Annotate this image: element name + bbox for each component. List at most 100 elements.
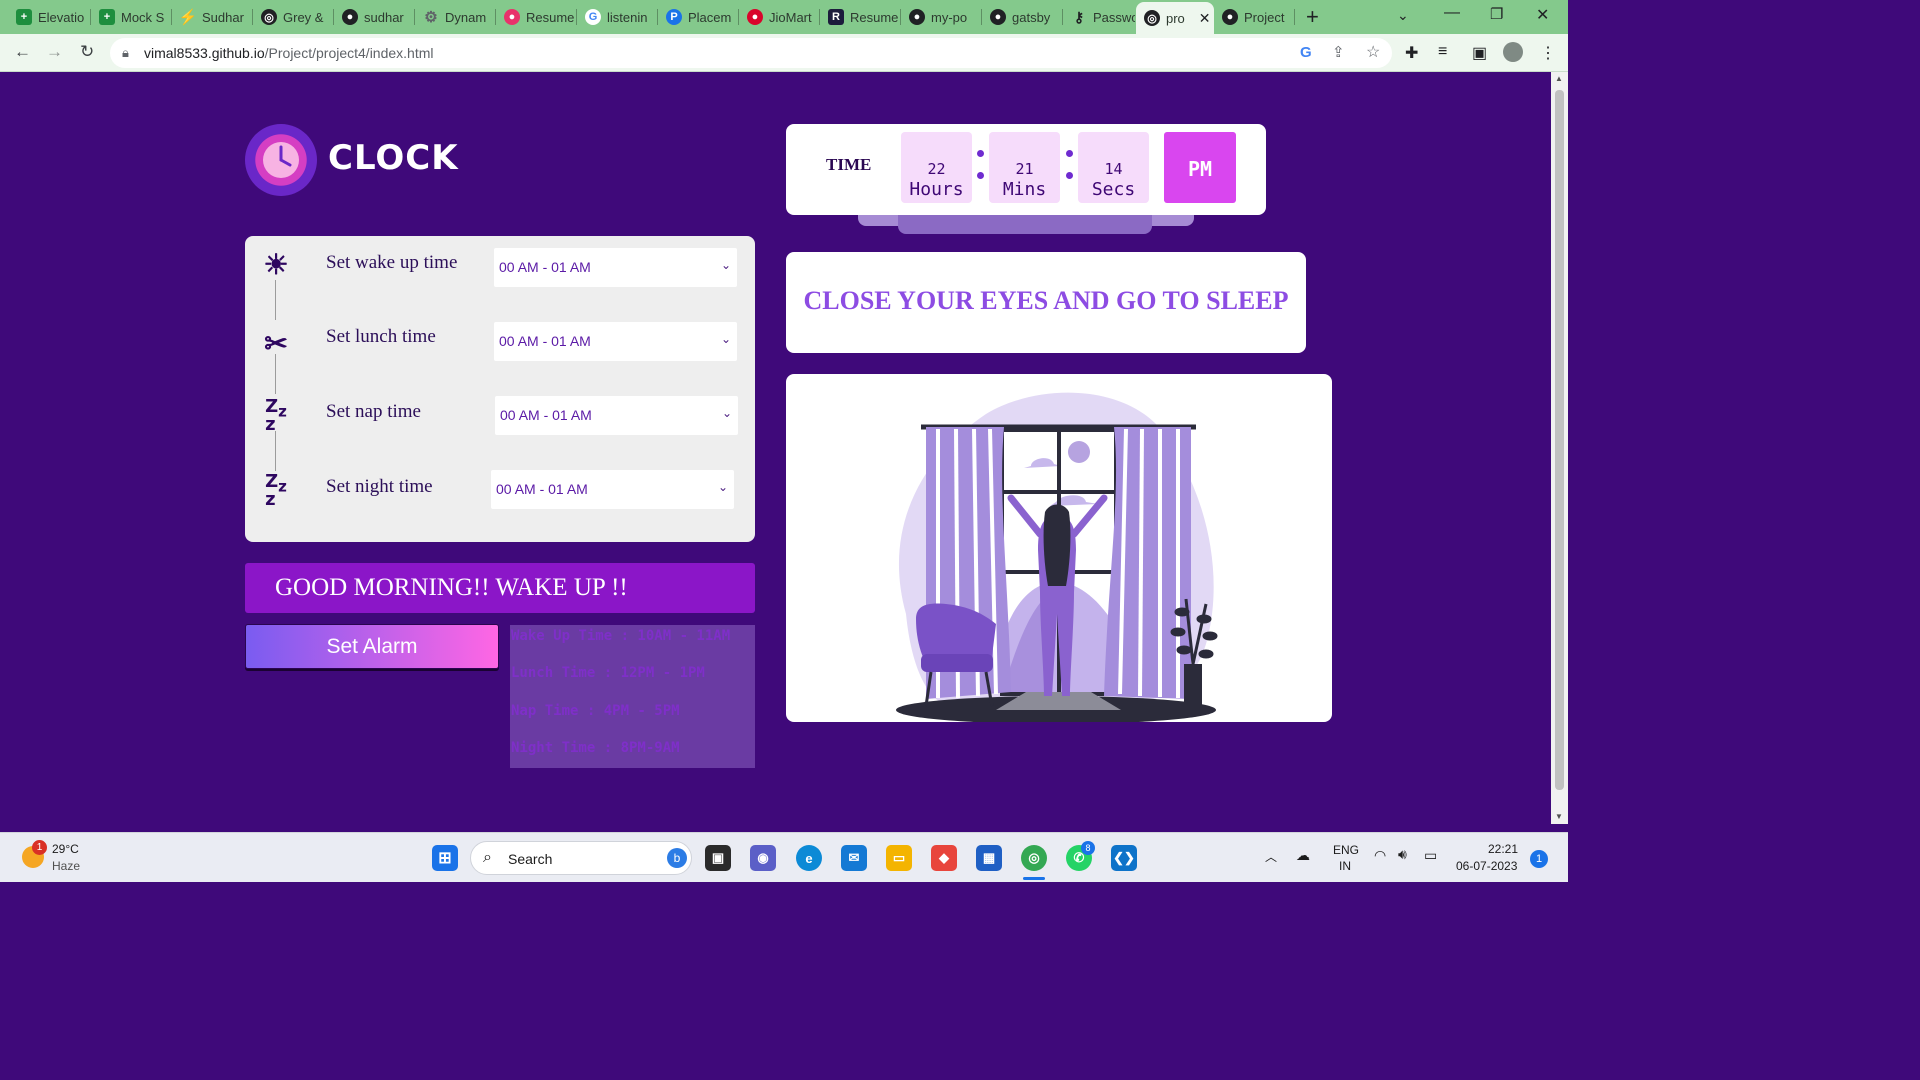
tab[interactable]: ● gatsby [982,4,1062,30]
active-app-indicator [1023,877,1045,880]
message-text: CLOSE YOUR EYES AND GO TO SLEEP [803,286,1289,315]
nap-time-select[interactable]: 00 AM - 01 AM ⌄ [495,396,738,435]
tab[interactable]: ● JioMart [739,4,819,30]
battery-icon[interactable]: ▭ [1424,847,1437,864]
chrome-icon[interactable]: ◎ [1021,845,1047,871]
tab[interactable]: ● my-po [901,4,981,30]
side-panel-icon[interactable]: ▣ [1472,43,1487,63]
sheets-icon: + [16,9,32,25]
restore-icon[interactable]: ❐ [1490,5,1503,23]
anydesk-icon[interactable]: ◆ [931,845,957,871]
back-icon[interactable]: ← [14,42,31,62]
scroll-up-icon[interactable]: ▲ [1555,74,1563,83]
google-lens-icon[interactable]: G [1300,44,1312,61]
store-icon[interactable]: ▦ [976,845,1002,871]
google-icon: G [585,9,601,25]
gear-icon: ⚙ [424,9,438,26]
search-icon: ⌕ [483,849,492,866]
scrollbar-thumb[interactable] [1555,90,1564,790]
volume-icon[interactable]: 🔊︎ [1398,846,1407,863]
jiomart-icon: ● [747,9,763,25]
bolt-icon: ⚡ [178,9,198,26]
schedule-item: Night Time : 8PM-9AM [511,740,680,756]
chevron-down-icon: ⌄ [717,480,728,494]
secs-unit: Secs [1091,179,1136,200]
teams-chat-icon[interactable]: ◉ [750,845,776,871]
night-time-select[interactable]: 00 AM - 01 AM ⌄ [491,470,734,509]
menu-kebab-icon[interactable]: ⋮ [1540,43,1556,63]
forward-icon[interactable]: → [46,42,63,62]
placement-icon: P [666,9,682,25]
media-icon[interactable]: ≡ [1438,43,1447,61]
tab[interactable]: ◎ Grey & [253,4,333,30]
browser-tab-strip: + Elevatio + Mock S ⚡ Sudhar ◎ Grey & ● sudha… [0,0,1568,34]
language-code[interactable]: ENG [1333,843,1359,857]
windows-taskbar: 1 29°C Haze ⊞ ⌕ Search b ▣ ◉ e ✉ ▭ ◆ ▦ ◎… [0,832,1568,882]
tab[interactable]: ⚙ Dynam [415,4,495,30]
lock-icon[interactable]: 🔒︎ [122,45,129,61]
minimize-icon[interactable]: — [1444,4,1460,22]
clock-time[interactable]: 22:21 [1488,842,1518,856]
github-icon: ● [909,9,925,25]
edge-icon[interactable]: e [796,845,822,871]
chevron-down-icon: ⌄ [720,258,731,272]
file-explorer-icon[interactable]: ▭ [886,845,912,871]
url-text[interactable]: vimal8533.github.io/Project/project4/ind… [144,45,434,61]
time-label: TIME [826,155,872,174]
notification-badge[interactable]: 1 [1530,850,1548,868]
tab[interactable]: ⚷ Passwo [1063,4,1135,30]
new-tab-icon[interactable]: + [1306,4,1319,30]
onedrive-icon[interactable]: ☁ [1296,847,1310,864]
vscode-icon[interactable]: ❮❯ [1111,845,1137,871]
language-region[interactable]: IN [1339,859,1351,873]
windows-start-icon[interactable]: ⊞ [432,845,458,871]
reload-icon[interactable]: ↻ [80,42,94,62]
taskbar-search[interactable]: ⌕ Search b [470,841,692,875]
hours-unit: Hours [909,179,964,200]
extensions-icon[interactable]: ✚ [1405,43,1418,63]
tab[interactable]: P Placem [658,4,738,30]
wake-up-time-select[interactable]: 00 AM - 01 AM ⌄ [494,248,737,287]
tab[interactable]: ● Project [1214,4,1294,30]
greeting-banner: GOOD MORNING!! WAKE UP !! [245,563,755,613]
wifi-icon[interactable]: ◠ [1374,847,1386,864]
address-bar-row: 🔒︎ vimal8533.github.io/Project/project4/… [0,34,1568,72]
key-icon: ⚷ [1073,8,1085,25]
set-alarm-button[interactable]: Set Alarm [245,624,499,669]
lunch-time-select[interactable]: 00 AM - 01 AM ⌄ [494,322,737,361]
page-scrollbar[interactable]: ▲ ▼ [1551,72,1568,824]
github-icon: ● [1222,9,1238,25]
globe-icon: ◎ [1144,10,1160,26]
night-label: Set night time [326,476,433,497]
bookmark-star-icon[interactable]: ☆ [1366,42,1380,62]
time-display-card: TIME 22 Hours 21 Mins 14 Secs PM [786,124,1266,215]
tab[interactable]: ● sudhar [334,4,414,30]
tab[interactable]: + Elevatio [8,4,90,30]
mail-icon[interactable]: ✉ [841,845,867,871]
avatar[interactable] [1503,42,1523,62]
colon-separator [1065,148,1073,184]
weather-desc: Haze [52,859,81,873]
github-icon: ● [342,9,358,25]
clock-date[interactable]: 06-07-2023 [1456,859,1517,873]
schedule-item: Nap Time : 4PM - 5PM [511,703,680,719]
close-icon[interactable]: ✕ [1199,10,1211,27]
tab-search-icon[interactable]: ⌄ [1397,7,1409,24]
chevron-up-icon[interactable]: ︿ [1265,848,1277,865]
woman-at-window-illustration [896,392,1218,722]
omnibox[interactable]: 🔒︎ vimal8533.github.io/Project/project4/… [110,38,1392,68]
window-close-icon[interactable]: ✕ [1536,5,1549,25]
tab[interactable]: ⚡ Sudhar [172,4,252,30]
tab[interactable]: + Mock S [91,4,171,30]
share-icon[interactable]: ⇪ [1332,43,1345,61]
resume-icon: ● [504,9,520,25]
tab-active[interactable]: ◎ pro ✕ [1136,2,1214,34]
tab[interactable]: Glistenin [577,4,657,30]
task-view-icon[interactable]: ▣ [705,845,731,871]
timeline-line [275,354,276,394]
scroll-down-icon[interactable]: ▼ [1555,812,1563,821]
chevron-down-icon: ⌄ [720,332,731,346]
tab[interactable]: R Resume [820,4,900,30]
tab[interactable]: ● Resume [496,4,576,30]
message-card: CLOSE YOUR EYES AND GO TO SLEEP [786,252,1306,353]
